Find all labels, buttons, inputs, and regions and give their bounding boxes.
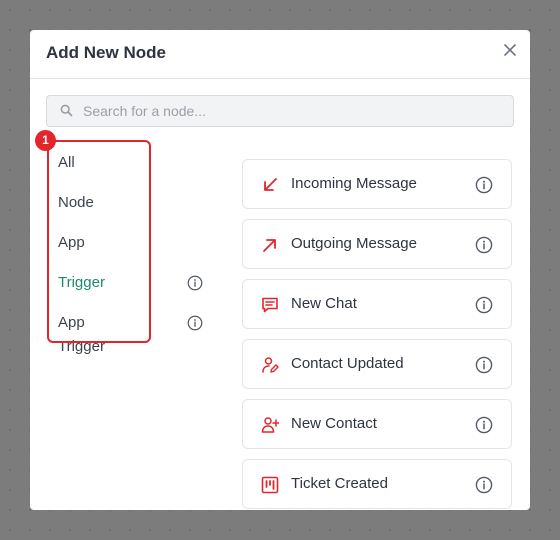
ticket-board-icon <box>261 476 279 494</box>
node-info-button[interactable] <box>475 356 493 374</box>
node-label: Contact Updated <box>291 355 404 372</box>
arrow-down-left-icon <box>264 178 277 191</box>
info-icon[interactable] <box>475 356 493 374</box>
user-add-icon <box>261 417 279 433</box>
info-icon[interactable] <box>187 315 203 331</box>
info-icon[interactable] <box>475 416 493 434</box>
node-label: New Contact <box>291 415 377 432</box>
node-label: Incoming Message <box>291 175 417 192</box>
info-icon[interactable] <box>475 176 493 194</box>
node-label: Outgoing Message <box>291 235 417 252</box>
dialog-title: Add New Node <box>46 43 166 62</box>
node-info-button[interactable] <box>475 236 493 254</box>
node-info-button[interactable] <box>475 296 493 314</box>
node-card[interactable]: Contact Updated <box>242 339 512 389</box>
node-info-button[interactable] <box>475 176 493 194</box>
node-card[interactable]: New Contact <box>242 399 512 449</box>
info-icon[interactable] <box>187 275 203 291</box>
chat-icon <box>262 297 278 313</box>
annotation-badge: 1 <box>35 130 56 151</box>
user-edit-icon <box>262 357 279 373</box>
annotation-highlight-box <box>47 140 151 343</box>
node-card[interactable]: Ticket Created <box>242 459 512 509</box>
add-node-dialog: Add New Node AllNodeAppTriggerApp Trigge… <box>30 30 530 510</box>
node-card[interactable]: New Chat <box>242 279 512 329</box>
node-label: Ticket Created <box>291 475 388 492</box>
close-icon[interactable] <box>500 40 520 60</box>
node-label: New Chat <box>291 295 357 312</box>
category-info-button[interactable] <box>187 315 203 331</box>
node-info-button[interactable] <box>475 416 493 434</box>
info-icon[interactable] <box>475 236 493 254</box>
search-box[interactable] <box>46 95 514 127</box>
search-input[interactable] <box>83 96 503 126</box>
category-info-button[interactable] <box>187 275 203 291</box>
header-divider <box>30 78 530 79</box>
info-icon[interactable] <box>475 296 493 314</box>
close-button[interactable] <box>500 40 520 60</box>
node-card[interactable]: Outgoing Message <box>242 219 512 269</box>
node-card[interactable]: Incoming Message <box>242 159 512 209</box>
info-icon[interactable] <box>475 476 493 494</box>
search-icon <box>60 104 73 117</box>
node-info-button[interactable] <box>475 476 493 494</box>
arrow-up-right-icon <box>263 239 276 252</box>
